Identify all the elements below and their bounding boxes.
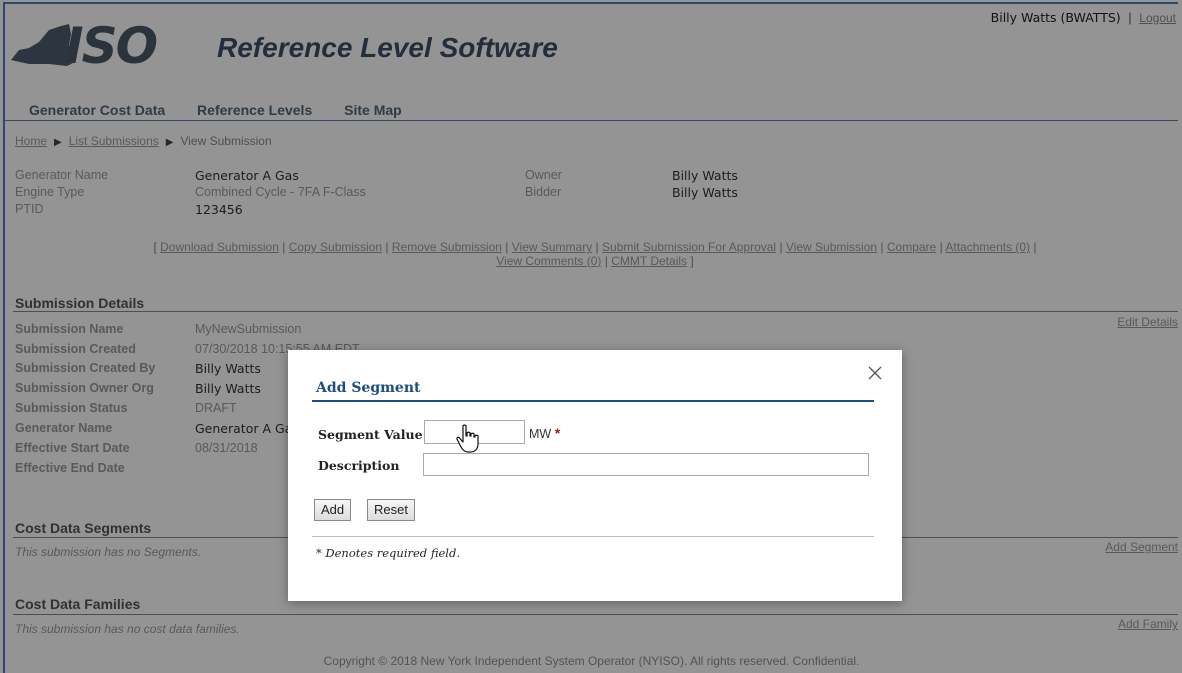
- required-mark: *: [554, 425, 561, 441]
- segment-value-label: Segment Value: [318, 427, 423, 442]
- close-icon[interactable]: [866, 364, 884, 382]
- add-button[interactable]: Add: [314, 499, 352, 521]
- dialog-title-divider: [312, 400, 874, 402]
- required-field-note: * Denotes required field.: [316, 546, 460, 560]
- reset-button[interactable]: Reset: [367, 499, 415, 521]
- dialog-title: Add Segment: [316, 380, 421, 396]
- hand-cursor-icon: [456, 424, 479, 453]
- unit-label: MW: [529, 427, 552, 441]
- description-label: Description: [318, 458, 400, 473]
- segment-unit: MW *: [529, 425, 560, 441]
- add-segment-dialog: Add Segment Segment Value MW * Descripti…: [288, 350, 902, 601]
- dialog-divider: [312, 536, 874, 537]
- description-input[interactable]: [423, 453, 869, 476]
